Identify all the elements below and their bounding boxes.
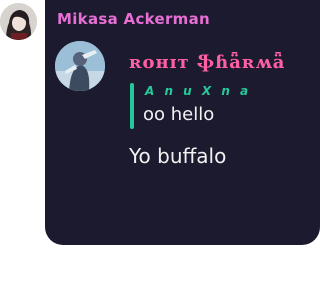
reply-author-name[interactable]: ʀᴏʜɪᴛ ֆɦǟʀʍǟ — [129, 52, 285, 73]
message-text: Yo buffalo — [129, 144, 227, 168]
sender-name[interactable]: Mikasa Ackerman — [57, 10, 210, 28]
sender-avatar[interactable] — [0, 3, 37, 40]
message-bubble: Mikasa Ackerman ʀᴏʜɪᴛ ֆɦǟʀʍǟ A n u X n a… — [45, 0, 320, 245]
reply-author-avatar[interactable] — [55, 41, 105, 91]
reply-quoted-text[interactable]: oo hello — [143, 104, 214, 125]
reply-quote-bar — [130, 83, 134, 129]
reply-tag: A n u X n a — [145, 84, 252, 98]
